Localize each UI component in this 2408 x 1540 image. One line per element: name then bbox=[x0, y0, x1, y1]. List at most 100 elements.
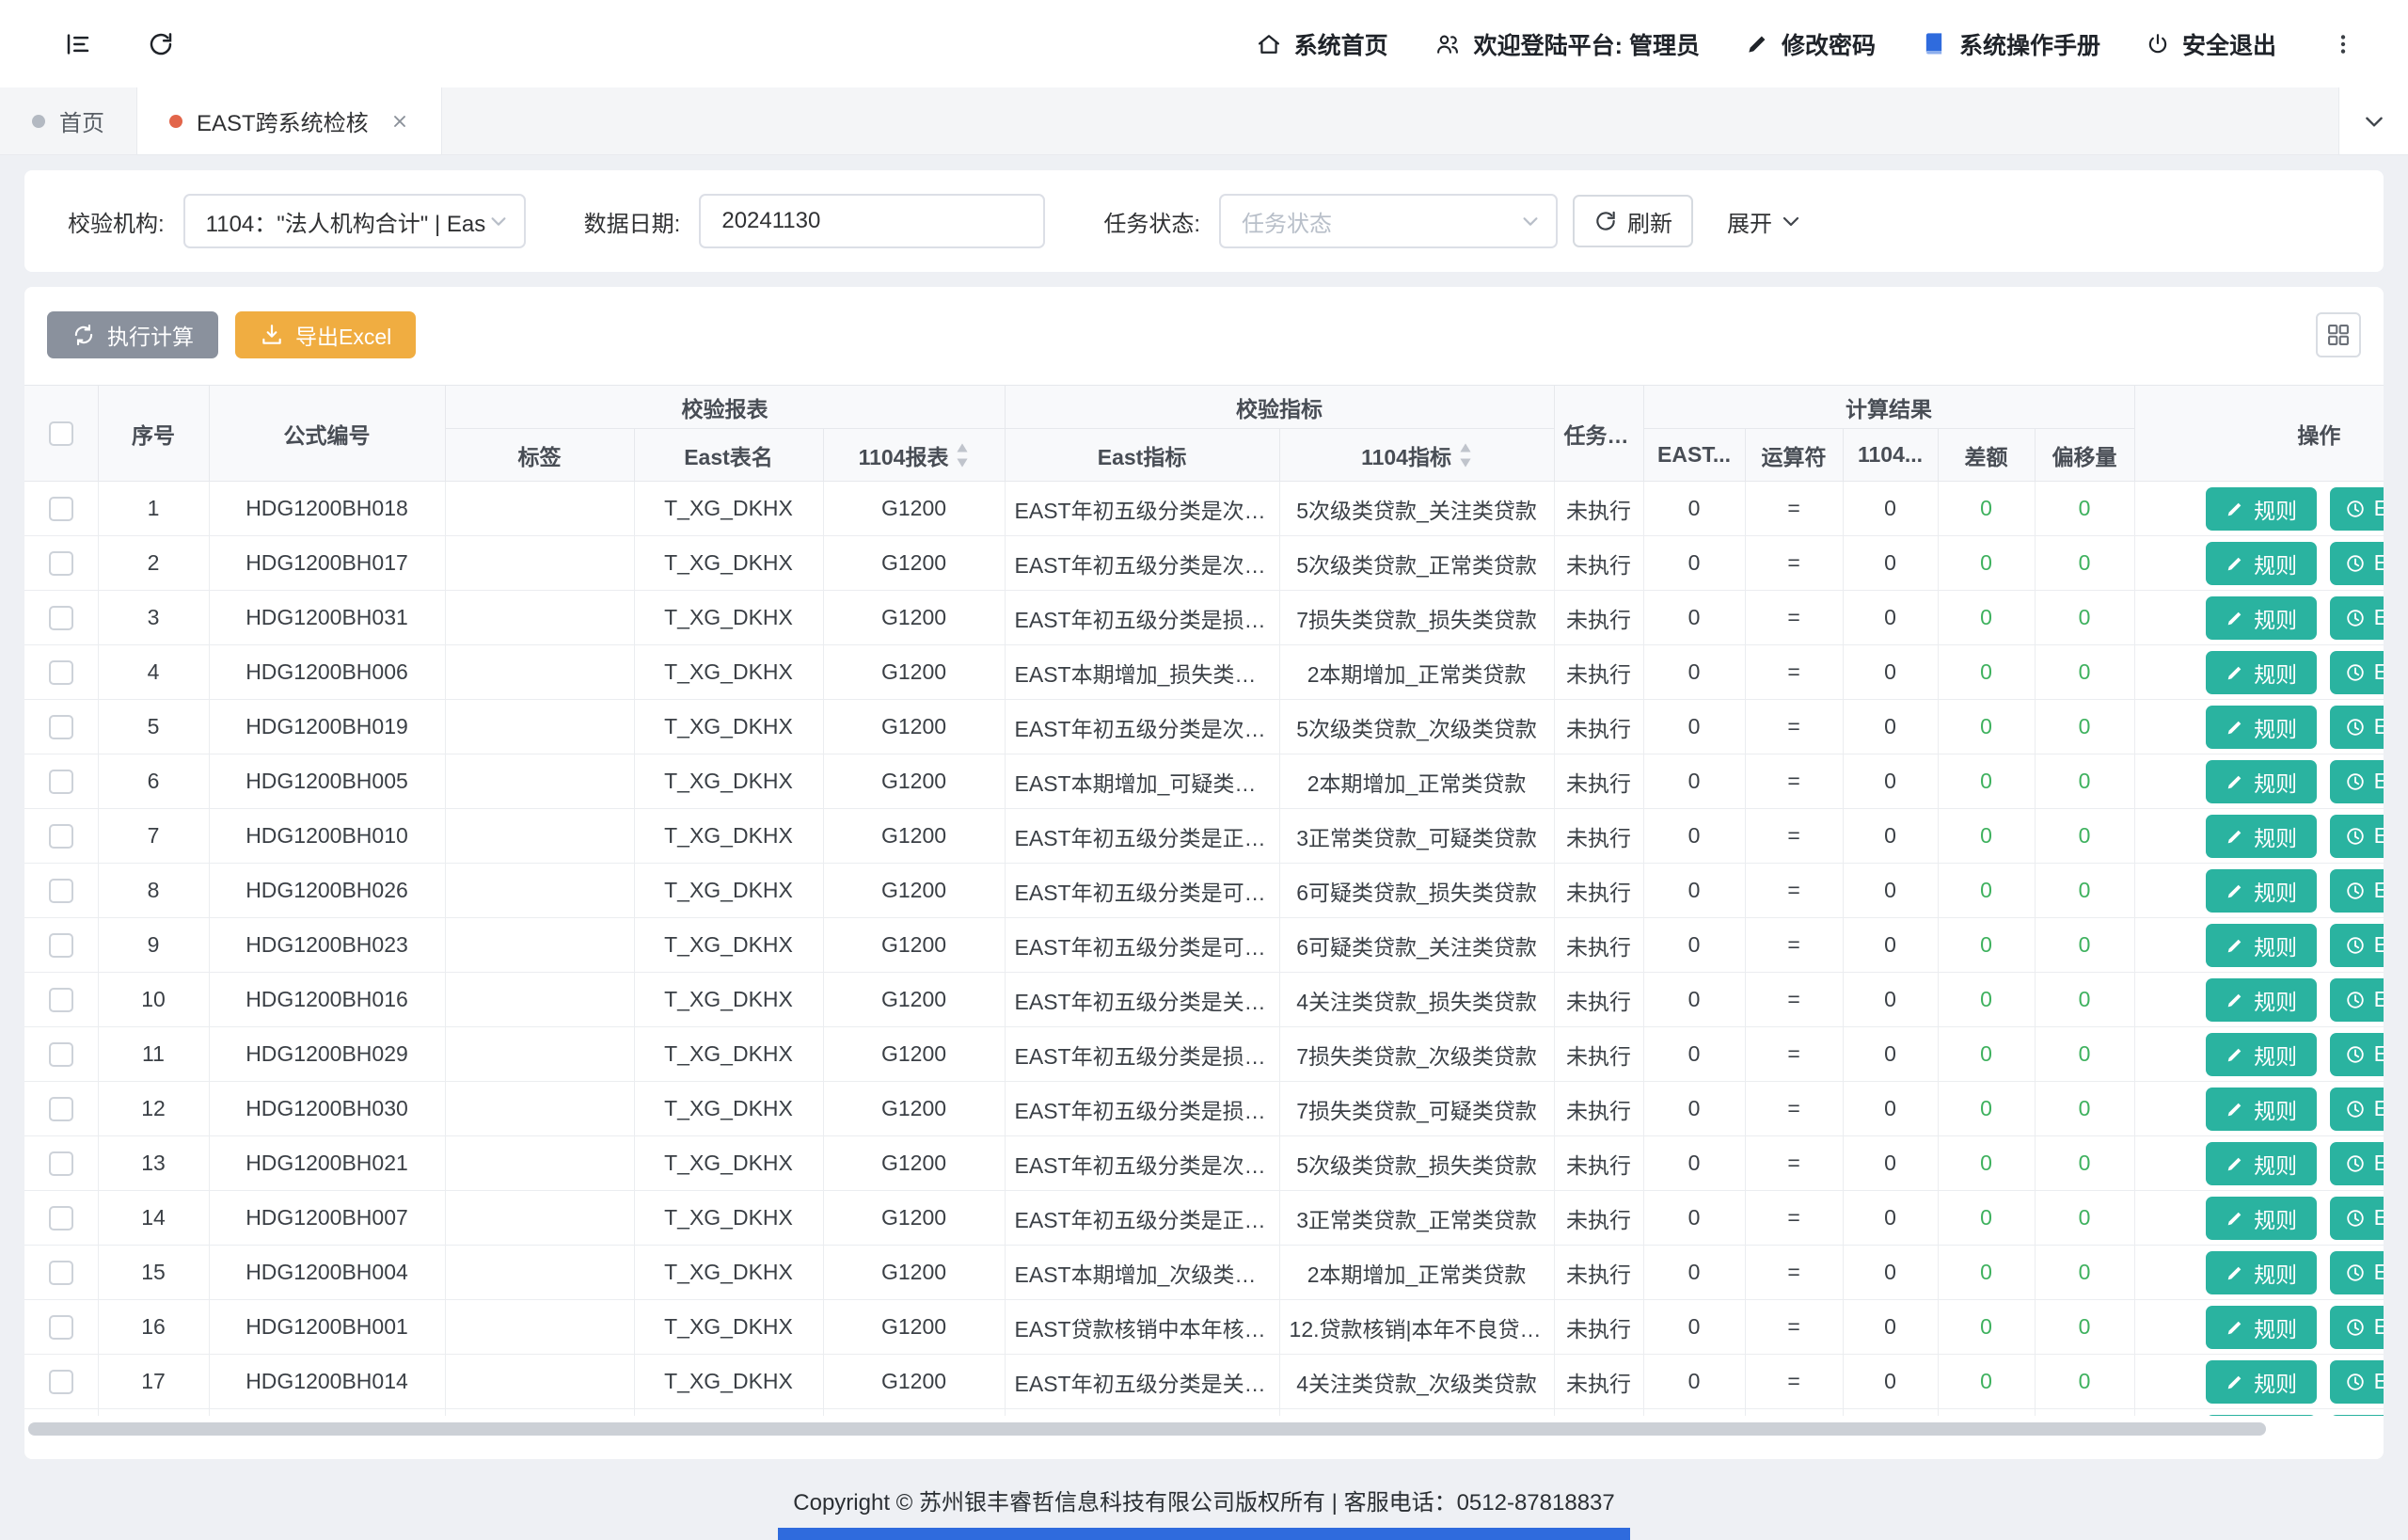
row-checkbox[interactable] bbox=[49, 660, 73, 685]
cell-diff: 0 bbox=[1938, 1191, 2035, 1246]
tab-east-check[interactable]: EAST跨系统检核 bbox=[136, 87, 442, 154]
row-checkbox[interactable] bbox=[49, 770, 73, 794]
row-checkbox[interactable] bbox=[49, 879, 73, 903]
nav-home[interactable]: 系统首页 bbox=[1256, 27, 1388, 61]
cell-formula: HDG1200BH021 bbox=[209, 1136, 445, 1191]
column-settings-button[interactable] bbox=[2316, 312, 2361, 357]
row-checkbox[interactable] bbox=[49, 1315, 73, 1340]
rule-button[interactable]: 规则 bbox=[2206, 869, 2317, 913]
row-checkbox-cell bbox=[24, 809, 98, 864]
clock-icon bbox=[2345, 499, 2366, 519]
select-all-checkbox[interactable] bbox=[49, 421, 73, 446]
rule-button[interactable]: 规则 bbox=[2206, 706, 2317, 749]
row-checkbox[interactable] bbox=[49, 933, 73, 958]
execute-partial-button[interactable]: E bbox=[2330, 1251, 2384, 1294]
row-checkbox[interactable] bbox=[49, 988, 73, 1012]
collapse-menu-icon[interactable] bbox=[56, 23, 100, 66]
org-select[interactable]: 1104："法人机构合计" | Eas bbox=[183, 194, 526, 248]
clock-icon bbox=[2345, 1044, 2366, 1065]
nav-welcome[interactable]: 欢迎登陆平台: 管理员 bbox=[1434, 27, 1700, 61]
cell-offset: 0 bbox=[2035, 1027, 2134, 1082]
row-checkbox[interactable] bbox=[49, 497, 73, 521]
tabs-dropdown-toggle[interactable] bbox=[2338, 87, 2408, 154]
execute-partial-button[interactable]: E bbox=[2330, 542, 2384, 585]
row-checkbox[interactable] bbox=[49, 551, 73, 576]
cell-1104-indicator: 5次级类贷款_损失类贷款 bbox=[1279, 1136, 1554, 1191]
row-checkbox[interactable] bbox=[49, 1261, 73, 1285]
nav-logout[interactable]: 安全退出 bbox=[2146, 27, 2276, 61]
execute-partial-button[interactable]: E bbox=[2330, 487, 2384, 531]
execute-partial-button[interactable]: E bbox=[2330, 978, 2384, 1022]
cell-east-table bbox=[634, 1409, 823, 1417]
table-row: 12 HDG1200BH030 T_XG_DKHX G1200 EAST年初五级… bbox=[24, 1082, 2384, 1136]
rule-button[interactable]: 规则 bbox=[2206, 542, 2317, 585]
rule-button[interactable]: 规则 bbox=[2206, 1142, 2317, 1185]
execute-partial-button[interactable]: E bbox=[2330, 1033, 2384, 1076]
cell-east-table: T_XG_DKHX bbox=[634, 754, 823, 809]
execute-partial-button[interactable]: E bbox=[2330, 706, 2384, 749]
rule-button[interactable]: 规则 bbox=[2206, 1415, 2317, 1417]
close-icon[interactable] bbox=[390, 112, 409, 131]
more-options-icon[interactable] bbox=[2321, 23, 2365, 66]
execute-partial-button[interactable]: E bbox=[2330, 924, 2384, 967]
export-excel-button[interactable]: 导出Excel bbox=[235, 311, 416, 358]
cell-east-indicator: EAST本期增加_损失类贷款 bbox=[1005, 645, 1279, 700]
rule-button-label: 规则 bbox=[2254, 657, 2297, 689]
row-checkbox[interactable] bbox=[49, 606, 73, 630]
table-viewport[interactable]: 序号 公式编号 校验报表 校验指标 任务状态 计算结果 操作 标签 East表名 bbox=[24, 385, 2384, 1416]
row-checkbox[interactable] bbox=[49, 715, 73, 739]
rule-button[interactable]: 规则 bbox=[2206, 1088, 2317, 1131]
nav-change-password[interactable]: 修改密码 bbox=[1745, 27, 1876, 61]
col-formula: 公式编号 bbox=[209, 386, 445, 482]
rule-button[interactable]: 规则 bbox=[2206, 815, 2317, 858]
execute-partial-button[interactable]: E bbox=[2330, 815, 2384, 858]
row-checkbox[interactable] bbox=[49, 1042, 73, 1067]
sort-icon[interactable] bbox=[956, 443, 969, 468]
cell-offset: 0 bbox=[2035, 809, 2134, 864]
status-select[interactable]: 任务状态 bbox=[1219, 194, 1558, 248]
reload-icon[interactable] bbox=[139, 23, 182, 66]
tab-home[interactable]: 首页 bbox=[0, 87, 136, 154]
execute-partial-button[interactable]: E bbox=[2330, 651, 2384, 694]
rule-button[interactable]: 规则 bbox=[2206, 978, 2317, 1022]
execute-partial-button[interactable]: E bbox=[2330, 869, 2384, 913]
cell-operator: = bbox=[1745, 1191, 1843, 1246]
execute-button[interactable]: 执行计算 bbox=[47, 311, 218, 358]
execute-partial-button[interactable]: E bbox=[2330, 1142, 2384, 1185]
edit-icon bbox=[2225, 1372, 2245, 1392]
rule-button[interactable]: 规则 bbox=[2206, 1360, 2317, 1404]
date-input[interactable] bbox=[699, 194, 1045, 248]
refresh-button[interactable]: 刷新 bbox=[1573, 195, 1693, 247]
row-checkbox[interactable] bbox=[49, 1151, 73, 1176]
row-checkbox[interactable] bbox=[49, 1097, 73, 1121]
cell-status: 未执行 bbox=[1554, 1191, 1643, 1246]
rule-button[interactable]: 规则 bbox=[2206, 487, 2317, 531]
rule-button[interactable]: 规则 bbox=[2206, 1033, 2317, 1076]
cell-status: 未执行 bbox=[1554, 482, 1643, 536]
cell-formula: HDG1200BH017 bbox=[209, 536, 445, 591]
sort-icon[interactable] bbox=[1459, 443, 1472, 468]
row-checkbox[interactable] bbox=[49, 1370, 73, 1394]
expand-toggle[interactable]: 展开 bbox=[1727, 205, 1802, 238]
col-1104-indicator[interactable]: 1104指标 bbox=[1279, 429, 1554, 482]
rule-button[interactable]: 规则 bbox=[2206, 1197, 2317, 1240]
row-checkbox[interactable] bbox=[49, 824, 73, 849]
nav-manual[interactable]: 系统操作手册 bbox=[1921, 27, 2100, 61]
rule-button[interactable]: 规则 bbox=[2206, 924, 2317, 967]
execute-partial-button[interactable]: E bbox=[2330, 1197, 2384, 1240]
row-checkbox[interactable] bbox=[49, 1206, 73, 1230]
rule-button[interactable]: 规则 bbox=[2206, 1251, 2317, 1294]
rule-button[interactable]: 规则 bbox=[2206, 1306, 2317, 1349]
execute-partial-button[interactable]: E bbox=[2330, 1360, 2384, 1404]
execute-partial-button[interactable]: E bbox=[2330, 1088, 2384, 1131]
execute-partial-button[interactable]: E bbox=[2330, 1415, 2384, 1417]
rule-button[interactable]: 规则 bbox=[2206, 651, 2317, 694]
horizontal-scrollbar-thumb[interactable] bbox=[28, 1422, 2266, 1436]
execute-partial-button[interactable]: E bbox=[2330, 1306, 2384, 1349]
execute-partial-button[interactable]: E bbox=[2330, 596, 2384, 640]
cell-seq: 5 bbox=[98, 700, 209, 754]
rule-button[interactable]: 规则 bbox=[2206, 760, 2317, 803]
rule-button[interactable]: 规则 bbox=[2206, 596, 2317, 640]
execute-partial-button[interactable]: E bbox=[2330, 760, 2384, 803]
col-1104-report[interactable]: 1104报表 bbox=[823, 429, 1005, 482]
